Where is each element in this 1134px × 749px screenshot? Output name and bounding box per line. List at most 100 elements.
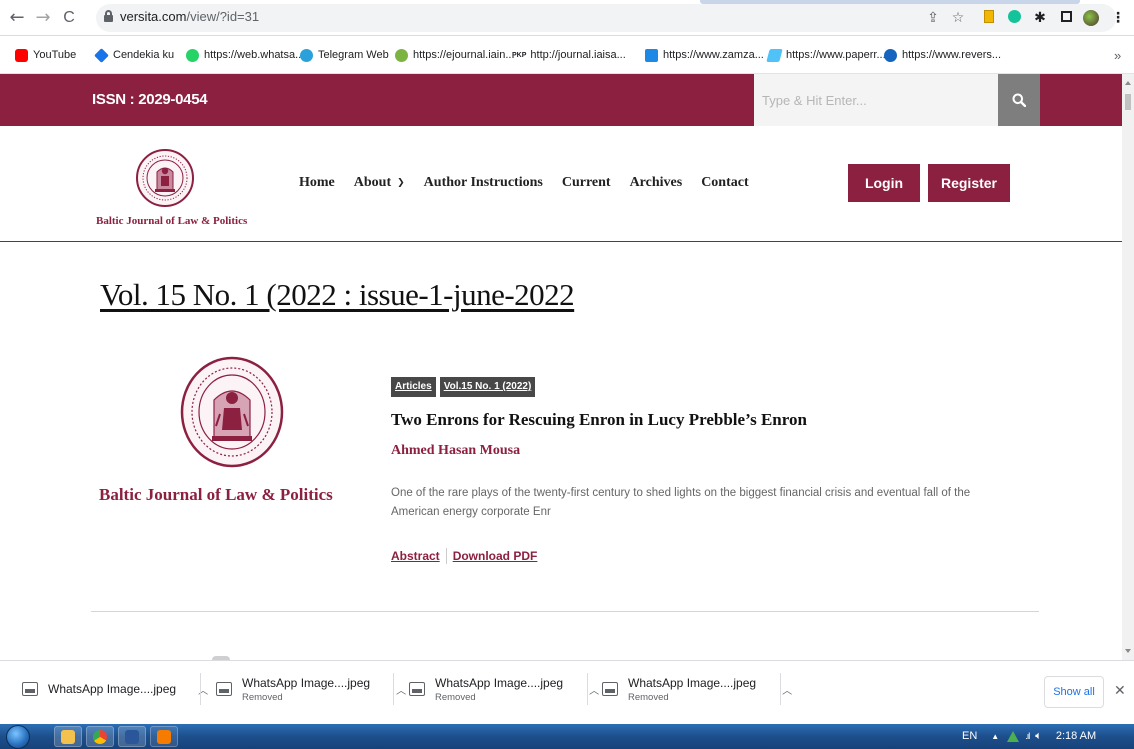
bookmark-label: https://www.zamza... xyxy=(663,49,764,61)
network-signal-icon[interactable]: .ıl xyxy=(1025,731,1030,741)
download-divider xyxy=(587,673,588,705)
scroll-down-icon[interactable] xyxy=(1125,649,1131,653)
login-button[interactable]: Login xyxy=(848,164,920,202)
lock-icon[interactable] xyxy=(104,10,113,22)
bookmark-whatsapp[interactable]: https://web.whatsa... xyxy=(186,47,304,63)
extension-grammar-icon[interactable] xyxy=(1006,10,1022,26)
download-item[interactable]: WhatsApp Image....jpeg Removed ︿ xyxy=(409,669,599,709)
url-text[interactable]: versita.com/view/?id=31 xyxy=(120,9,259,24)
share-icon[interactable]: ⇪ xyxy=(925,10,941,26)
tag-volume[interactable]: Vol.15 No. 1 (2022) xyxy=(439,377,536,397)
bookmark-label: http://journal.iaisa... xyxy=(530,49,626,61)
bookmark-paperrater[interactable]: https://www.paperr... xyxy=(766,47,886,63)
extensions-puzzle-icon[interactable]: ✱ xyxy=(1032,10,1048,26)
nav-archives[interactable]: Archives xyxy=(630,175,683,191)
back-button[interactable]: ← xyxy=(6,7,28,29)
bookmark-cendekia[interactable]: Cendekia ku xyxy=(94,47,174,63)
bookmarks-bar: YouTube Cendekia ku https://web.whatsa..… xyxy=(0,36,1134,74)
volume-icon[interactable]: 🔈︎ xyxy=(1035,729,1042,743)
nav-about[interactable]: About ❯ xyxy=(354,175,405,191)
article-tags: Articles Vol.15 No. 1 (2022) xyxy=(391,377,536,397)
chevron-up-icon[interactable]: ︿ xyxy=(589,682,599,697)
bookmark-label: Telegram Web xyxy=(318,49,389,61)
download-item[interactable]: WhatsApp Image....jpeg Removed ︿ xyxy=(602,669,792,709)
site-search-input[interactable] xyxy=(754,74,998,126)
reverso-icon xyxy=(884,48,897,62)
chrome-icon xyxy=(93,729,107,744)
bookmark-journal-iaisa[interactable]: PKP http://journal.iaisa... xyxy=(512,47,626,63)
side-panel-icon[interactable] xyxy=(1058,10,1074,26)
bookmark-label: https://web.whatsa... xyxy=(204,49,305,61)
tag-articles[interactable]: Articles xyxy=(391,377,436,397)
screen: ← → C versita.com/view/?id=31 ⇪ ☆ ✱ ⋮ Yo… xyxy=(0,0,1134,749)
bookmark-ejournal[interactable]: https://ejournal.iain... xyxy=(395,47,515,63)
bookmarks-overflow-button[interactable]: » xyxy=(1114,47,1121,63)
site-favicon-icon xyxy=(395,48,408,62)
article-title[interactable]: Two Enrons for Rescuing Enron in Lucy Pr… xyxy=(391,410,807,430)
start-button[interactable] xyxy=(6,725,30,749)
site-top-bar: ISSN : 2029-0454 xyxy=(0,74,1122,126)
nav-contact[interactable]: Contact xyxy=(701,175,748,191)
show-all-downloads-button[interactable]: Show all xyxy=(1044,676,1104,708)
download-status: Removed xyxy=(435,691,476,703)
nav-current[interactable]: Current xyxy=(562,175,611,191)
bookmark-zamzar[interactable]: https://www.zamza... xyxy=(645,47,764,63)
url-host: versita.com xyxy=(120,9,187,24)
taskbar-chrome[interactable] xyxy=(86,726,114,747)
bookmark-star-icon[interactable]: ☆ xyxy=(950,10,966,26)
pkp-icon: PKP xyxy=(512,51,527,59)
issue-cover-seal[interactable] xyxy=(180,356,284,468)
bookmark-label: https://www.paperr... xyxy=(786,49,886,61)
article-author[interactable]: Ahmed Hasan Mousa xyxy=(391,443,520,459)
issue-title[interactable]: Vol. 15 No. 1 (2022 : issue-1-june-2022 xyxy=(100,277,575,313)
image-file-icon xyxy=(216,682,232,696)
chevron-up-icon[interactable]: ︿ xyxy=(396,682,406,697)
chevron-down-icon: ❯ xyxy=(397,178,405,188)
downloads-bar: WhatsApp Image....jpeg ︿ WhatsApp Image.… xyxy=(0,660,1134,724)
site-logo-text[interactable]: Baltic Journal of Law & Politics xyxy=(96,215,247,227)
download-divider xyxy=(780,673,781,705)
nav-author-instructions[interactable]: Author Instructions xyxy=(424,175,543,191)
register-button[interactable]: Register xyxy=(928,164,1010,202)
scroll-thumb[interactable] xyxy=(1125,94,1131,110)
folder-icon xyxy=(61,729,75,744)
close-downloads-icon[interactable]: ✕ xyxy=(1114,683,1126,699)
tray-app-icon[interactable] xyxy=(1007,730,1020,742)
profile-avatar-icon[interactable] xyxy=(1083,10,1099,26)
extension-notes-icon[interactable] xyxy=(981,10,997,26)
university-seal-logo[interactable] xyxy=(135,148,195,208)
download-divider xyxy=(200,673,201,705)
abstract-link[interactable]: Abstract xyxy=(391,549,440,563)
graduation-cap-icon xyxy=(94,47,109,63)
image-file-icon xyxy=(409,682,425,696)
browser-toolbar: ← → C versita.com/view/?id=31 ⇪ ☆ ✱ ⋮ xyxy=(0,0,1134,36)
bookmark-reverso[interactable]: https://www.revers... xyxy=(884,47,1001,63)
bookmark-label: https://ejournal.iain... xyxy=(413,49,515,61)
download-item[interactable]: WhatsApp Image....jpeg Removed ︿ xyxy=(216,669,406,709)
nav-home[interactable]: Home xyxy=(299,175,335,191)
taskbar-app[interactable] xyxy=(150,726,178,747)
menu-kebab-icon[interactable]: ⋮ xyxy=(1110,10,1126,26)
language-indicator[interactable]: EN xyxy=(962,730,977,742)
download-pdf-link[interactable]: Download PDF xyxy=(453,549,538,563)
zamzar-icon xyxy=(645,48,658,62)
download-filename: WhatsApp Image....jpeg xyxy=(435,675,564,690)
page-scrollbar[interactable] xyxy=(1122,74,1134,660)
download-item[interactable]: WhatsApp Image....jpeg ︿ xyxy=(22,669,208,709)
forward-button[interactable]: → xyxy=(32,7,54,29)
bookmark-label: YouTube xyxy=(33,49,77,61)
download-divider xyxy=(393,673,394,705)
taskbar-explorer[interactable] xyxy=(54,726,82,747)
bookmark-telegram[interactable]: Telegram Web xyxy=(300,47,389,63)
tray-expand-icon[interactable]: ▲ xyxy=(991,732,999,741)
whatsapp-icon xyxy=(186,48,199,62)
download-filename: WhatsApp Image....jpeg xyxy=(242,675,371,690)
scroll-up-icon[interactable] xyxy=(1125,81,1131,85)
clock-time[interactable]: 2:18 AM xyxy=(1056,730,1096,742)
url-path: /view/?id=31 xyxy=(186,9,260,24)
reload-button[interactable]: C xyxy=(58,7,80,29)
site-search-button[interactable] xyxy=(998,74,1040,126)
bookmark-youtube[interactable]: YouTube xyxy=(15,47,76,63)
taskbar-word[interactable] xyxy=(118,726,146,747)
chevron-up-icon[interactable]: ︿ xyxy=(782,682,792,697)
